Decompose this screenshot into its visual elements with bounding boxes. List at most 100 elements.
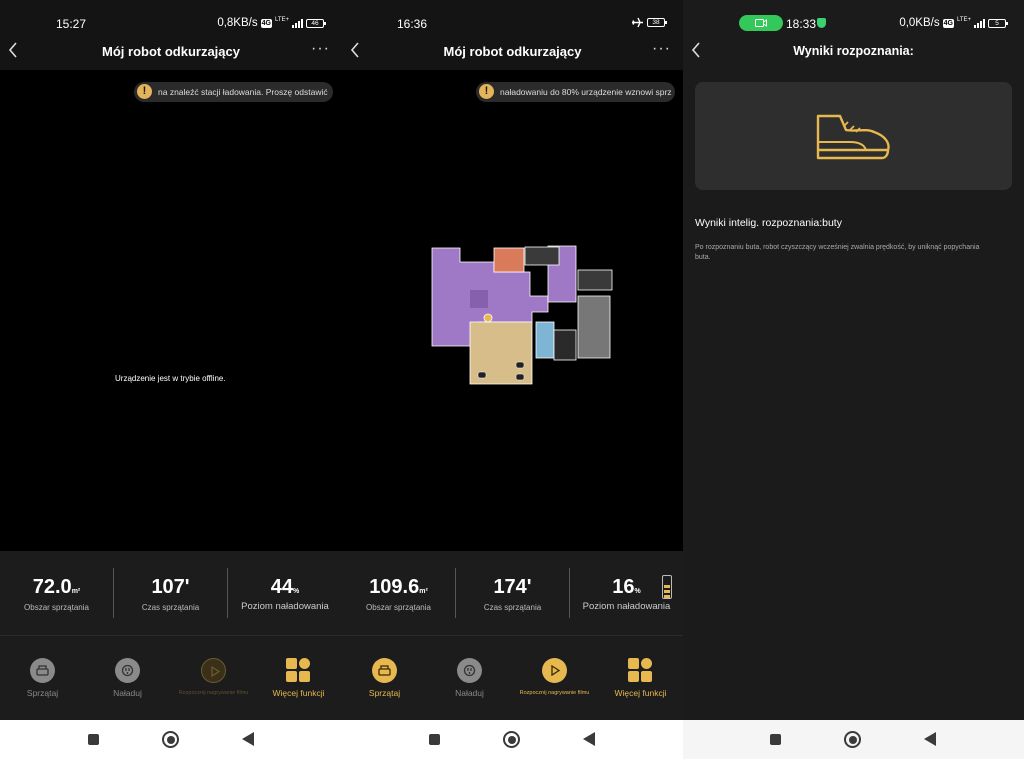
signal-icon [292, 18, 303, 28]
record-button[interactable]: Rozpocznij nagrywanie filmu [512, 636, 597, 721]
home-button[interactable] [844, 731, 861, 748]
map-dock [470, 290, 488, 308]
charge-label: Naładuj [455, 688, 484, 698]
record-button[interactable]: Rozpocznij nagrywanie filmu [171, 636, 256, 721]
shoe-marker [477, 371, 487, 379]
home-button[interactable] [503, 731, 520, 748]
map-room-gray [577, 295, 611, 359]
map-block-dark-2 [577, 269, 613, 291]
stat-area-label: Obszar sprzątania [24, 603, 89, 612]
charge-button[interactable]: Naładuj [85, 636, 170, 721]
status-time: 15:27 [56, 17, 87, 31]
warning-notice[interactable]: ! na znaleźć stacji ładowania. Proszę od… [134, 82, 333, 102]
recents-button[interactable] [770, 734, 781, 745]
plug-icon [115, 658, 140, 683]
status-time: 16:36 [397, 17, 428, 31]
status-right: 0,0KB/s 4G LTE+ 5 [899, 17, 1008, 29]
clean-label: Sprzątaj [368, 688, 401, 698]
stat-area: 72.0m² Obszar sprzątania [0, 551, 113, 635]
stat-battery-unit: % [634, 588, 641, 595]
shield-icon [817, 18, 826, 28]
stat-time-value: 174' [493, 576, 532, 598]
recents-button[interactable] [88, 734, 99, 745]
stat-battery-label: Poziom naładowania [241, 601, 329, 612]
offline-message: Urządzenie jest w trybie offline. [115, 374, 226, 383]
map-block-dark [524, 246, 560, 266]
network-type-icon: 4G [260, 18, 272, 28]
action-bar: Sprzątaj Naładuj Rozpocznij nagrywanie f… [0, 635, 342, 720]
battery-level-icon [662, 575, 672, 599]
warning-icon: ! [137, 84, 152, 99]
clean-label: Sprzątaj [26, 688, 59, 698]
warning-notice[interactable]: ! naładowaniu do 80% urządzenie wznowi s… [476, 82, 675, 102]
more-functions-button[interactable]: Więcej funkcji [598, 636, 683, 721]
back-nav-button[interactable] [242, 732, 254, 746]
status-bar: 18:33 0,0KB/s 4G LTE+ 5 [683, 0, 1024, 40]
recognition-card [695, 82, 1012, 190]
map-block-gray [553, 329, 577, 361]
stat-area-unit: m² [71, 588, 81, 595]
stat-battery: 44% Poziom naładowania [228, 551, 342, 635]
more-options-button[interactable]: ··· [652, 40, 671, 58]
stat-battery-value: 44 [270, 576, 293, 598]
robot-marker [483, 313, 493, 323]
vacuum-icon [30, 658, 55, 683]
video-icon [755, 19, 767, 27]
screen-offline: 15:27 0,8KB/s 4G LTE+ 46 Mój robot odkur… [0, 0, 342, 759]
stat-area-value: 72.0 [32, 576, 72, 598]
top-nav: Wyniki rozpoznania: [683, 40, 1024, 70]
recognition-result-title: Wyniki intelig. rozpoznania:buty [695, 217, 842, 229]
system-nav-bar [342, 720, 683, 759]
system-nav-bar [683, 720, 1024, 759]
home-button[interactable] [162, 731, 179, 748]
more-functions-button[interactable]: Więcej funkcji [256, 636, 341, 721]
status-right: 0,8KB/s 4G LTE+ 46 [217, 17, 326, 29]
map-room-orange [493, 247, 525, 273]
recents-button[interactable] [429, 734, 440, 745]
grid-icon [628, 658, 653, 683]
page-title: Mój robot odkurzający [102, 44, 240, 59]
vacuum-icon [372, 658, 397, 683]
stat-time-label: Czas sprzątania [483, 603, 542, 612]
screen-map: 16:36 38 Mój robot odkurzający ··· ! nał… [342, 0, 683, 759]
stat-area: 109.6m² Obszar sprzątania [342, 551, 455, 635]
signal-icon [974, 18, 985, 28]
page-title: Mój robot odkurzający [443, 44, 582, 59]
airplane-icon [632, 17, 643, 28]
notice-text: na znaleźć stacji ładowania. Proszę odst… [158, 87, 328, 97]
notice-text: naładowaniu do 80% urządzenie wznowi spr… [500, 87, 672, 97]
play-icon [201, 658, 226, 683]
stat-time: 174' Czas sprzątania [456, 551, 569, 635]
stat-area-value: 109.6 [369, 576, 420, 598]
page-title: Wyniki rozpoznania: [793, 44, 914, 58]
status-time: 18:33 [786, 17, 817, 31]
more-functions-label: Więcej funkcji [614, 688, 667, 698]
record-label: Rozpocznij nagrywanie filmu [519, 690, 590, 696]
map-room-cyan [535, 321, 555, 359]
record-label: Rozpocznij nagrywanie filmu [178, 690, 249, 696]
stat-time: 107' Czas sprzątania [114, 551, 227, 635]
shoe-marker [515, 373, 525, 381]
more-options-button[interactable]: ··· [311, 40, 330, 58]
stat-area-label: Obszar sprzątania [366, 603, 431, 612]
status-right: 38 [631, 17, 667, 28]
network-speed: 0,0KB/s [899, 17, 940, 29]
action-bar: Sprzątaj Naładuj Rozpocznij nagrywanie f… [342, 635, 683, 720]
clean-button[interactable]: Sprzątaj [0, 636, 85, 721]
more-functions-label: Więcej funkcji [272, 688, 325, 698]
status-bar: 16:36 38 [342, 0, 683, 40]
plug-icon [457, 658, 482, 683]
back-nav-button[interactable] [583, 732, 595, 746]
stat-battery-value: 16 [612, 576, 635, 598]
screen-record-indicator[interactable] [739, 15, 783, 31]
charge-button[interactable]: Naładuj [427, 636, 512, 721]
cleaning-map[interactable] [430, 242, 615, 387]
back-nav-button[interactable] [924, 732, 936, 746]
system-nav-bar [0, 720, 342, 759]
network-speed: 0,8KB/s [217, 17, 258, 29]
status-bar: 15:27 0,8KB/s 4G LTE+ 46 [0, 0, 342, 40]
stat-time-value: 107' [151, 576, 190, 598]
clean-button[interactable]: Sprzątaj [342, 636, 427, 721]
stat-battery-unit: % [293, 588, 300, 595]
grid-icon [286, 658, 311, 683]
